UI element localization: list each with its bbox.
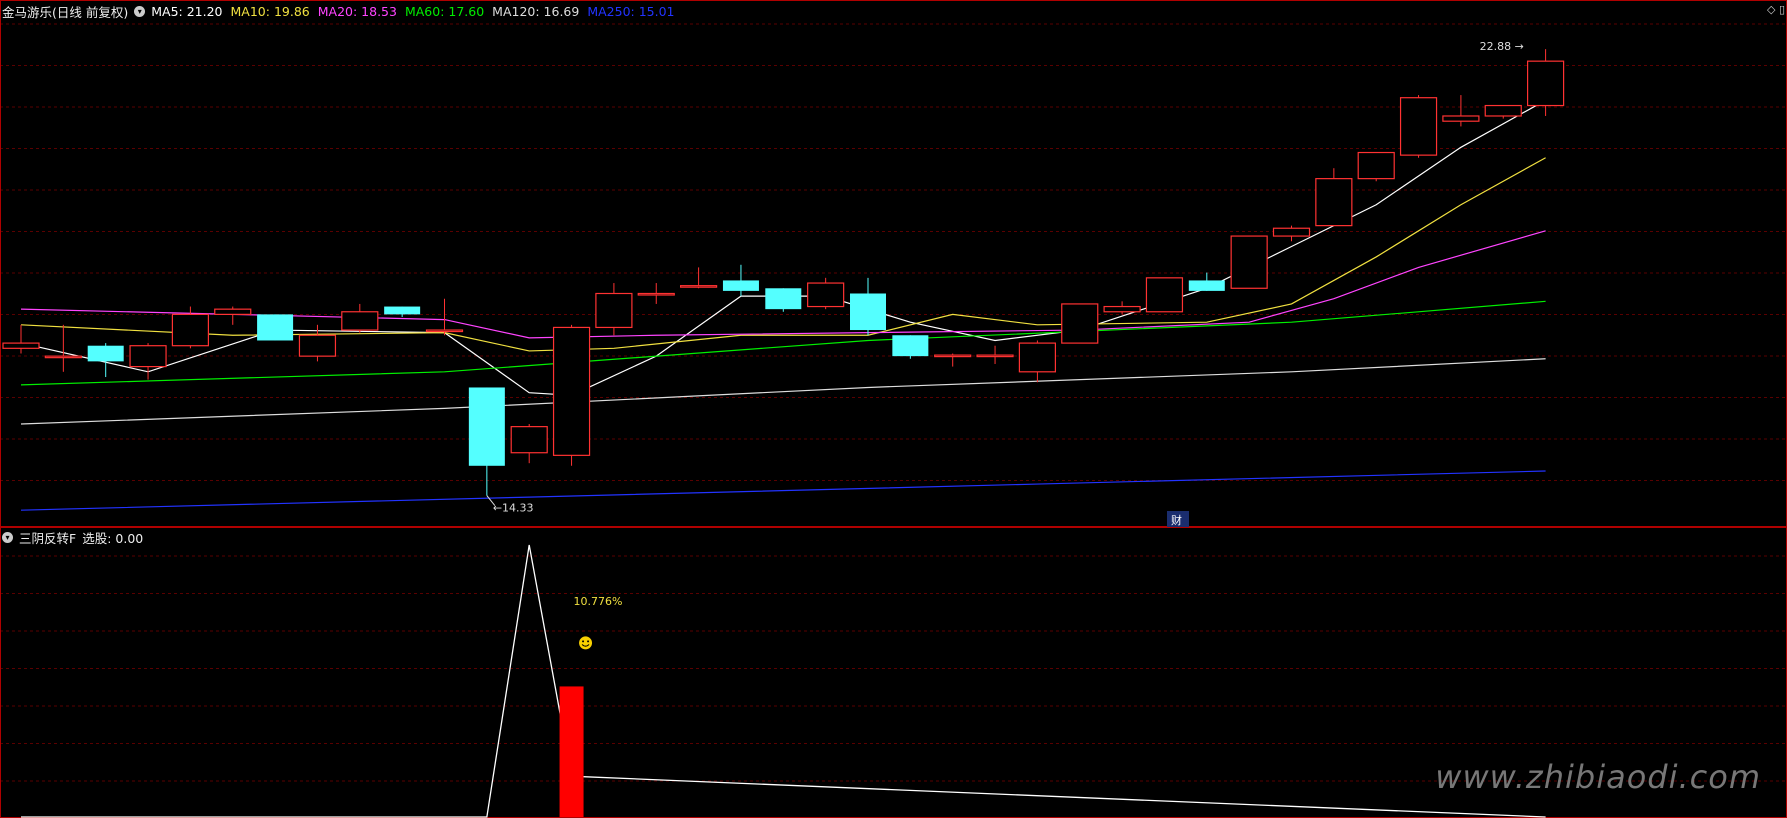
candle-body (637, 292, 675, 296)
toggle-icon[interactable]: ▾ (134, 5, 146, 17)
indicator-line (21, 544, 1546, 818)
stock-name: 金马游乐 (2, 4, 53, 20)
candlestick-chart[interactable]: 22.88 → ←14.33 财 (0, 0, 1787, 527)
finance-marker: 财 (1171, 513, 1182, 527)
window-controls-icon[interactable]: ◇ ▯ (1767, 3, 1785, 16)
signal-bar (559, 686, 584, 817)
candle-body (1230, 235, 1268, 289)
candle-body (1103, 305, 1141, 313)
chart-border (0, 0, 1787, 527)
candle-body (850, 293, 886, 331)
candle-body (171, 313, 209, 347)
candle-body (44, 355, 82, 359)
candle-body (1442, 115, 1480, 122)
candle-body (2, 342, 40, 349)
candle-body (298, 334, 337, 357)
smiley-eye (582, 640, 585, 643)
ma-legend-item: MA60: 17.60 (404, 3, 485, 19)
ma-line (20, 99, 1546, 396)
high-price-label: 22.88 → (1480, 40, 1524, 53)
candle-body (1357, 151, 1395, 180)
candle-body (384, 306, 421, 315)
candle-body (468, 387, 505, 466)
candle-body (976, 354, 1014, 358)
candle-body (510, 426, 548, 454)
candle-body (1526, 60, 1565, 107)
period-label: (日线 前复权) (52, 4, 129, 20)
main-header: 金马游乐 (日线 前复权) ▾ MA5: 21.20 MA10: 19.86 MA2… (2, 1, 675, 21)
candle-body (129, 345, 167, 368)
candle-body (679, 285, 718, 288)
ma-legend-item: MA5: 21.20 (151, 3, 223, 19)
candle-body (934, 354, 972, 358)
candle-body (341, 311, 379, 331)
watermark: www.zhibiaodi.com (1435, 758, 1761, 796)
ma-legend: MA5: 21.20 MA10: 19.86 MA20: 18.53 MA60: 17… (151, 4, 674, 19)
candle-body (595, 292, 633, 329)
candle-body (1145, 277, 1184, 313)
candle-body (722, 280, 759, 291)
ma-line (20, 230, 1546, 339)
indicator-header: ▾ 三阴反转F 选股: 0.00 (2, 527, 143, 547)
toggle-icon[interactable]: ▾ (2, 531, 13, 543)
indicator-panel[interactable]: 10.776% ▾ 三阴反转F 选股: 0.00 www.zhibiaodi.c… (0, 527, 1787, 818)
indicator-name: 三阴反转F (19, 530, 77, 546)
candle-body (1315, 178, 1353, 227)
signal-percent-label: 10.776% (574, 595, 623, 608)
candle-body (214, 308, 252, 315)
ma-line (20, 358, 1546, 425)
smiley-eye (587, 640, 590, 643)
candle-body (425, 329, 464, 333)
main-chart-panel[interactable]: 22.88 → ←14.33 财 金马游乐 (日线 前复权) ▾ MA5: 21.2… (0, 0, 1787, 527)
ma-legend-item: MA10: 19.86 (230, 3, 310, 19)
low-price-label: ←14.33 (493, 502, 534, 515)
smiley-icon (579, 636, 593, 650)
ma-line (20, 470, 1546, 511)
candle-body (1272, 227, 1311, 237)
candle-body (1018, 342, 1057, 373)
candle-body (552, 326, 591, 456)
candle-body (257, 314, 294, 341)
stock-pick-value: 选股: 0.00 (82, 530, 144, 546)
ma-legend-item: MA20: 18.53 (317, 3, 397, 19)
candle-body (1188, 280, 1225, 291)
candle-body (1399, 97, 1438, 156)
candle-body (87, 345, 124, 362)
candle-body (892, 335, 929, 357)
candle-body (807, 282, 845, 308)
ma-legend-item: MA120: 16.69 (492, 3, 580, 19)
candle-body (1484, 104, 1522, 117)
candle-body (765, 288, 802, 310)
ma-legend-item: MA250: 15.01 (587, 3, 675, 19)
candle-body (1061, 303, 1099, 344)
